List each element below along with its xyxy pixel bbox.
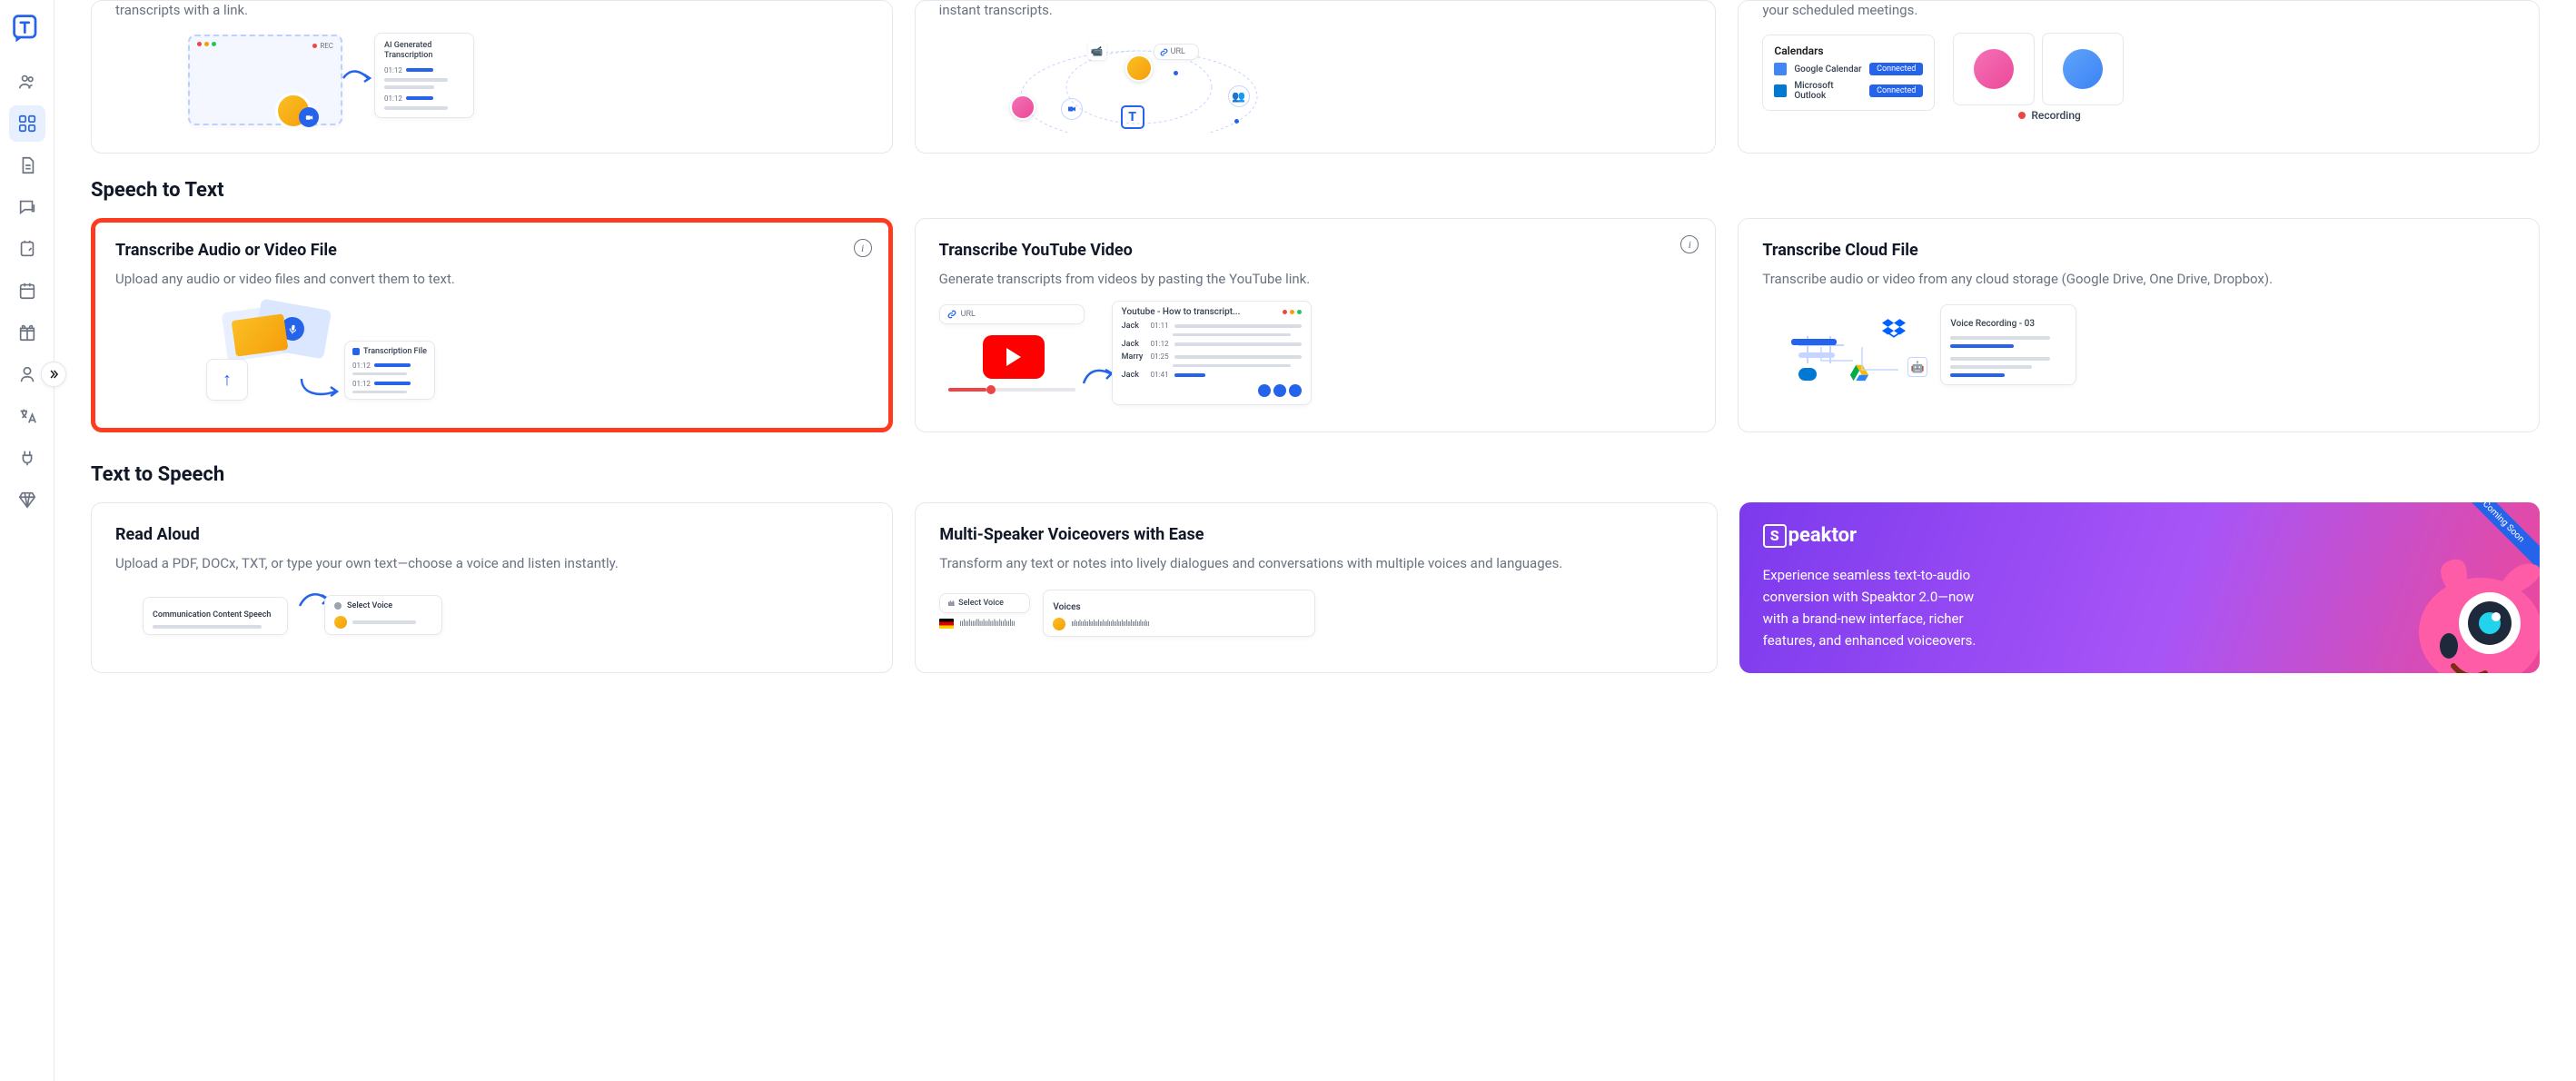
card-desc: Upload a PDF, DOCx, TXT, or type your ow…: [115, 553, 868, 574]
card-desc: your scheduled meetings.: [1762, 1, 2515, 20]
recording-label: Recording: [2031, 109, 2081, 122]
sidebar-item-calendar[interactable]: [9, 273, 45, 309]
top-card-meeting[interactable]: transcripts with a link. REC AI Generate…: [91, 0, 893, 154]
sidebar-item-chat[interactable]: [9, 189, 45, 225]
card-transcribe-cloud[interactable]: Transcribe Cloud File Transcribe audio o…: [1738, 218, 2540, 432]
youtube-play-icon: [983, 335, 1045, 379]
google-calendar-icon: [1774, 63, 1787, 75]
speaktor-logo: Speaktor: [1763, 524, 2516, 548]
card-desc: Generate transcripts from videos by past…: [939, 269, 1692, 290]
top-card-calendars[interactable]: your scheduled meetings. Calendars Googl…: [1738, 0, 2540, 154]
germany-flag-icon: [939, 619, 954, 629]
sidebar-item-gift[interactable]: [9, 314, 45, 351]
card-desc: Transform any text or notes into lively …: [939, 553, 1692, 574]
calendars-title: Calendars: [1774, 45, 1923, 57]
card-title: Read Aloud: [115, 525, 868, 544]
sidebar-expand-button[interactable]: [41, 362, 66, 387]
app-logo[interactable]: [9, 11, 45, 47]
sidebar-item-translate[interactable]: [9, 398, 45, 434]
sidebar-item-profile[interactable]: [9, 356, 45, 392]
card-title: Transcribe Audio or Video File: [115, 241, 868, 260]
main-content: transcripts with a link. REC AI Generate…: [54, 0, 2576, 1081]
outlook-icon: [1774, 84, 1787, 97]
aigen-label: AI Generated Transcription: [384, 41, 464, 61]
card-read-aloud[interactable]: Read Aloud Upload a PDF, DOCx, TXT, or t…: [91, 502, 893, 673]
top-card-network[interactable]: instant transcripts. T 📹 👥 URL: [915, 0, 1717, 154]
card-speaktor-promo[interactable]: Coming Soon Speaktor Experience seamless…: [1739, 502, 2540, 673]
card-desc: Upload any audio or video files and conv…: [115, 269, 868, 290]
teams-icon: 👥: [1232, 90, 1245, 103]
mascot-icon: [2403, 546, 2540, 673]
promo-text: Experience seamless text-to-audio conver…: [1763, 564, 1999, 651]
sidebar-item-people[interactable]: [9, 64, 45, 100]
sidebar: [0, 0, 54, 1081]
onedrive-icon: [1798, 368, 1817, 381]
bot-icon: 🤖: [1907, 357, 1927, 377]
card-transcribe-file[interactable]: i Transcribe Audio or Video File Upload …: [91, 218, 893, 432]
upload-icon: ↑: [223, 368, 232, 391]
google-meet-icon: 📹: [1091, 45, 1104, 57]
dropbox-icon: [1880, 315, 1907, 342]
sidebar-item-dashboard[interactable]: [9, 105, 45, 142]
sidebar-item-notes[interactable]: [9, 231, 45, 267]
info-icon[interactable]: i: [854, 239, 872, 257]
section-title-tts: Text to Speech: [91, 463, 2540, 486]
card-title: Transcribe YouTube Video: [939, 241, 1692, 260]
card-desc: instant transcripts.: [939, 1, 1692, 20]
card-desc: transcripts with a link.: [115, 1, 868, 20]
sidebar-item-plugin[interactable]: [9, 440, 45, 476]
card-title: Multi-Speaker Voiceovers with Ease: [939, 525, 1692, 544]
card-multi-speaker[interactable]: Multi-Speaker Voiceovers with Ease Trans…: [915, 502, 1717, 673]
card-title: Transcribe Cloud File: [1762, 241, 2515, 260]
section-title-stt: Speech to Text: [91, 179, 2540, 202]
card-desc: Transcribe audio or video from any cloud…: [1762, 269, 2515, 290]
info-icon[interactable]: i: [1680, 235, 1699, 253]
rec-label: REC: [320, 42, 333, 50]
sidebar-item-document[interactable]: [9, 147, 45, 183]
sidebar-item-diamond[interactable]: [9, 481, 45, 518]
card-transcribe-youtube[interactable]: i Transcribe YouTube Video Generate tran…: [915, 218, 1717, 432]
